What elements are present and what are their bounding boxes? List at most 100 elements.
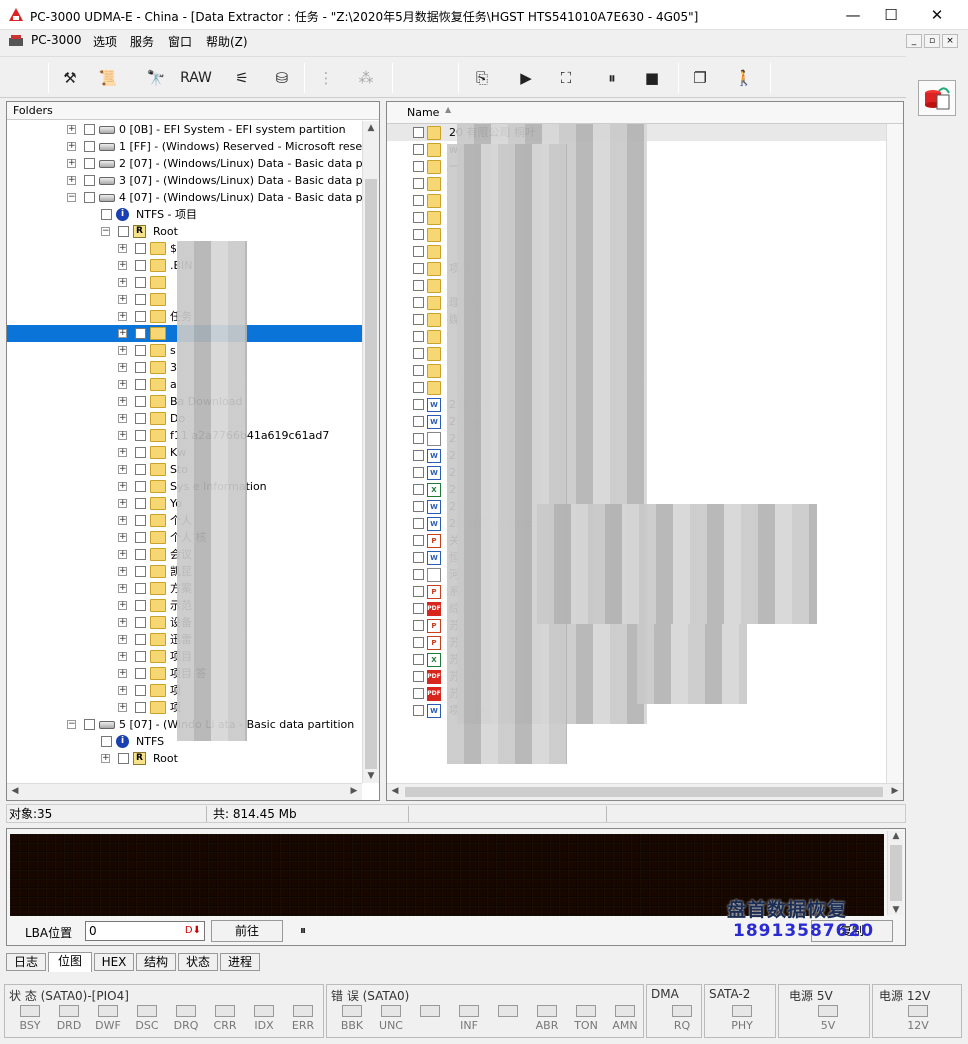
tree-node[interactable]: +0 [0B] - EFI System - EFI system partit… (7, 121, 362, 138)
file-checkbox[interactable] (413, 365, 424, 376)
scroll-thumb[interactable] (405, 787, 883, 797)
file-checkbox[interactable] (413, 399, 424, 410)
tree-icon[interactable]: ⋮ (312, 65, 340, 91)
expand-icon[interactable]: + (118, 295, 127, 304)
tree-checkbox[interactable] (135, 447, 146, 458)
expand-icon[interactable]: + (118, 414, 127, 423)
folders-vertical-scrollbar[interactable]: ▲ ▼ (362, 121, 379, 783)
tab-process[interactable]: 进程 (220, 953, 260, 971)
tree-checkbox[interactable] (135, 243, 146, 254)
expand-icon[interactable]: + (67, 176, 76, 185)
side-disk-button[interactable] (918, 80, 956, 116)
scroll-down-icon[interactable]: ▼ (888, 905, 904, 915)
tree-checkbox[interactable] (135, 277, 146, 288)
tree-group-icon[interactable]: ⁂ (352, 65, 380, 91)
tree-checkbox[interactable] (101, 736, 112, 747)
expand-icon[interactable]: + (118, 431, 127, 440)
name-column-header[interactable]: Name (407, 106, 439, 119)
expand-icon[interactable]: + (118, 448, 127, 457)
expand-icon[interactable]: + (118, 652, 127, 661)
tree-node[interactable]: − R Root (7, 223, 362, 240)
expand-icon[interactable]: + (118, 686, 127, 695)
map-scrollbar[interactable]: ▲ ▼ (887, 831, 903, 915)
tree-checkbox[interactable] (118, 753, 129, 764)
tree-checkbox[interactable] (84, 719, 95, 730)
expand-icon[interactable]: + (118, 635, 127, 644)
tree-checkbox[interactable] (135, 311, 146, 322)
tree-checkbox[interactable] (135, 413, 146, 424)
tree-checkbox[interactable] (135, 566, 146, 577)
file-checkbox[interactable] (413, 552, 424, 563)
tree-checkbox[interactable] (135, 481, 146, 492)
file-checkbox[interactable] (413, 569, 424, 580)
file-checkbox[interactable] (413, 314, 424, 325)
tree-checkbox[interactable] (101, 209, 112, 220)
tree-checkbox[interactable] (135, 294, 146, 305)
expand-icon[interactable]: + (118, 567, 127, 576)
scroll-thumb[interactable] (365, 179, 377, 769)
file-checkbox[interactable] (413, 433, 424, 444)
expand-icon[interactable]: + (118, 363, 127, 372)
tree-checkbox[interactable] (135, 379, 146, 390)
scroll-right-icon[interactable]: ▶ (346, 786, 362, 796)
expand-icon[interactable]: + (118, 669, 127, 678)
expand-icon[interactable]: + (118, 482, 127, 491)
tree-checkbox[interactable] (135, 345, 146, 356)
maximize-button[interactable]: ☐ (868, 0, 914, 30)
expand-icon[interactable]: + (67, 159, 76, 168)
script-icon[interactable]: 📜 (94, 65, 122, 91)
goto-button[interactable]: 前往 (211, 920, 283, 942)
scroll-down-icon[interactable]: ▼ (363, 771, 379, 781)
tree-checkbox[interactable] (135, 464, 146, 475)
binoculars-icon[interactable]: 🔭 (142, 65, 170, 91)
expand-icon[interactable]: + (118, 261, 127, 270)
tree-checkbox[interactable] (84, 175, 95, 186)
scroll-left-icon[interactable]: ◀ (387, 786, 403, 796)
play-icon[interactable]: ▶ (512, 65, 540, 91)
tree-checkbox[interactable] (135, 362, 146, 373)
tree-node[interactable]: − 4 [07] - (Windows/Linux) Data - Basic d… (7, 189, 362, 206)
file-checkbox[interactable] (413, 263, 424, 274)
file-checkbox[interactable] (413, 348, 424, 359)
raw-button[interactable]: RAW (176, 65, 216, 91)
tab-bitmap[interactable]: 位图 (48, 952, 92, 972)
file-checkbox[interactable] (413, 331, 424, 342)
tree-checkbox[interactable] (135, 549, 146, 560)
menu-services[interactable]: 服务 (130, 33, 154, 50)
file-checkbox[interactable] (413, 280, 424, 291)
file-checkbox[interactable] (413, 450, 424, 461)
file-checkbox[interactable] (413, 195, 424, 206)
stop-icon[interactable]: ■ (638, 65, 666, 91)
folders-horizontal-scrollbar[interactable]: ◀ ▶ (7, 783, 362, 800)
menu-help[interactable]: 帮助(Z) (206, 33, 248, 50)
expand-icon[interactable]: + (67, 125, 76, 134)
tree-node[interactable]: + R Root (7, 750, 362, 767)
tab-log[interactable]: 日志 (6, 953, 46, 971)
expand-icon[interactable]: + (67, 142, 76, 151)
expand-icon[interactable]: + (118, 380, 127, 389)
file-checkbox[interactable] (413, 518, 424, 529)
expand-icon[interactable]: + (118, 516, 127, 525)
file-checkbox[interactable] (413, 637, 424, 648)
tree-node[interactable]: +1 [FF] - (Windows) Reserved - Microsoft… (7, 138, 362, 155)
tree-checkbox[interactable] (84, 124, 95, 135)
tree-node[interactable]: +3 [07] - (Windows/Linux) Data - Basic d… (7, 172, 362, 189)
tree-checkbox[interactable] (135, 328, 146, 339)
file-checkbox[interactable] (413, 246, 424, 257)
expand-icon[interactable]: + (118, 397, 127, 406)
menu-options[interactable]: 选项 (93, 33, 117, 50)
tree-checkbox[interactable] (135, 515, 146, 526)
file-checkbox[interactable] (413, 603, 424, 614)
lba-input[interactable]: 0 D⬇ (85, 921, 205, 941)
dropdown-icon[interactable]: D⬇ (185, 922, 201, 940)
expand-icon[interactable]: + (118, 278, 127, 287)
expand-icon[interactable]: + (118, 329, 127, 338)
tree-checkbox[interactable] (84, 192, 95, 203)
file-checkbox[interactable] (413, 297, 424, 308)
file-checkbox[interactable] (413, 127, 424, 138)
file-checkbox[interactable] (413, 586, 424, 597)
menu-pc3000[interactable]: PC-3000 (31, 33, 81, 47)
file-checkbox[interactable] (413, 620, 424, 631)
file-checkbox[interactable] (413, 705, 424, 716)
mdi-close-button[interactable]: × (942, 34, 958, 48)
